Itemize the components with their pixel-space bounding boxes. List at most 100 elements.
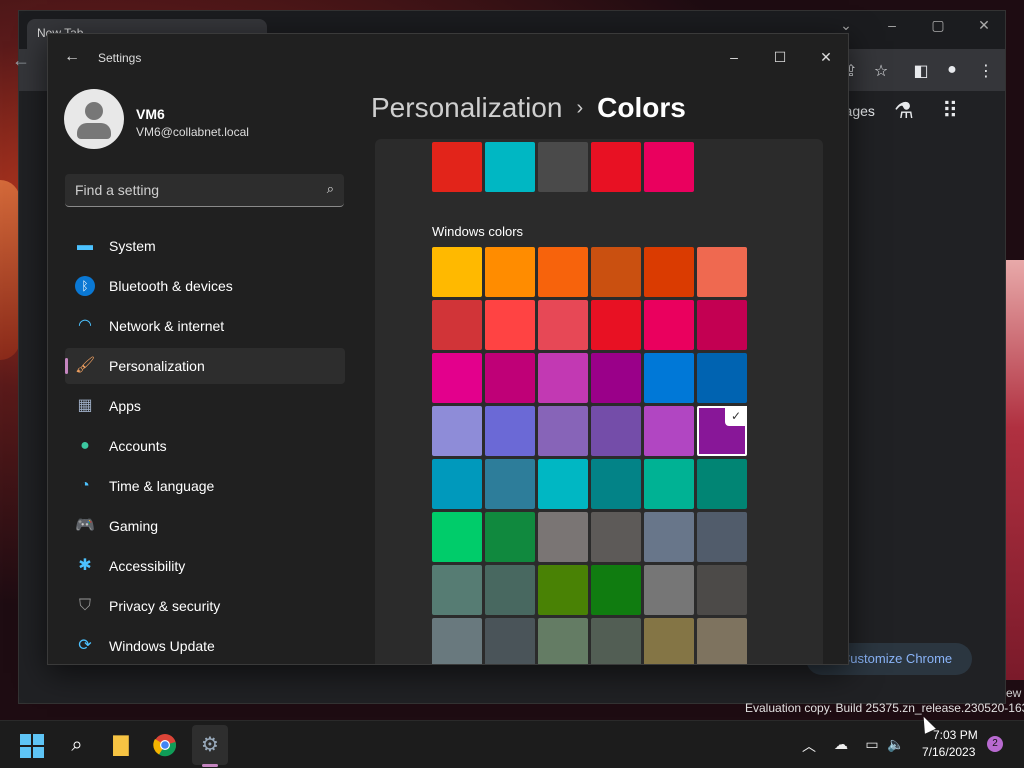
windows-color-swatch[interactable] <box>485 300 535 350</box>
recent-color-swatch[interactable] <box>538 142 588 192</box>
file-explorer-icon[interactable]: ▇ <box>106 730 136 760</box>
profile-icon[interactable]: ● <box>942 61 962 79</box>
recent-color-swatch[interactable] <box>485 142 535 192</box>
sidebar-item-time-language[interactable]: ◔ Time & language <box>65 468 345 504</box>
windows-color-swatch[interactable] <box>432 512 482 562</box>
windows-color-swatch[interactable] <box>644 300 694 350</box>
bookmark-star-icon[interactable]: ☆ <box>871 61 891 81</box>
windows-color-swatch[interactable] <box>538 459 588 509</box>
sidebar-item-bluetooth[interactable]: ᛒ Bluetooth & devices <box>65 268 345 304</box>
windows-color-swatch[interactable] <box>432 247 482 297</box>
settings-nav: ▬ System ᛒ Bluetooth & devices ◠ Network… <box>65 228 345 664</box>
maximize-icon[interactable]: ☐ <box>757 42 803 72</box>
bluetooth-icon: ᛒ <box>75 276 95 296</box>
sidebar-item-accessibility[interactable]: ✱ Accessibility <box>65 548 345 584</box>
windows-color-swatch[interactable] <box>485 565 535 615</box>
search-icon[interactable]: ⌕ <box>62 730 92 760</box>
sidebar-item-privacy[interactable]: ⛉ Privacy & security <box>65 588 345 624</box>
windows-color-swatch[interactable] <box>432 459 482 509</box>
sidebar-item-accounts[interactable]: ● Accounts <box>65 428 345 464</box>
windows-color-swatch[interactable] <box>644 459 694 509</box>
close-icon[interactable]: ✕ <box>961 17 1007 34</box>
windows-start-icon[interactable] <box>20 734 44 758</box>
windows-color-swatch[interactable] <box>697 247 747 297</box>
back-arrow-icon[interactable]: ← <box>64 48 80 66</box>
windows-color-swatch[interactable] <box>432 300 482 350</box>
clock-globe-icon: ◔ <box>80 477 90 494</box>
windows-color-swatch[interactable] <box>644 618 694 664</box>
sidebar-item-apps[interactable]: ▦ Apps <box>65 388 345 424</box>
windows-color-swatch[interactable] <box>485 247 535 297</box>
side-panel-icon[interactable]: ◧ <box>911 61 931 81</box>
windows-color-swatch[interactable] <box>644 512 694 562</box>
windows-color-swatch[interactable] <box>591 459 641 509</box>
recent-color-swatch[interactable] <box>644 142 694 192</box>
windows-color-swatch[interactable] <box>538 565 588 615</box>
windows-color-swatch[interactable] <box>538 353 588 403</box>
volume-icon[interactable]: 🔈 <box>886 736 906 753</box>
more-menu-icon[interactable]: ⋮ <box>976 61 996 81</box>
sidebar-item-windows-update[interactable]: ⟳ Windows Update <box>65 628 345 664</box>
windows-color-swatch[interactable] <box>697 300 747 350</box>
sidebar-item-system[interactable]: ▬ System <box>65 228 345 264</box>
windows-color-swatch[interactable] <box>485 618 535 664</box>
windows-color-swatch[interactable] <box>591 300 641 350</box>
windows-color-swatch[interactable] <box>538 512 588 562</box>
windows-color-swatch[interactable] <box>432 565 482 615</box>
network-icon[interactable]: ▭ <box>862 736 882 753</box>
sidebar-item-gaming[interactable]: 🎮 Gaming <box>65 508 345 544</box>
recent-color-swatch[interactable] <box>591 142 641 192</box>
windows-color-swatch[interactable] <box>644 247 694 297</box>
windows-color-swatch[interactable]: ✓ <box>697 406 747 456</box>
windows-color-swatch[interactable] <box>485 459 535 509</box>
windows-color-swatch[interactable] <box>644 406 694 456</box>
chrome-icon[interactable] <box>150 730 180 760</box>
clock-time[interactable]: 7:03 PM <box>933 728 978 742</box>
windows-color-swatch[interactable] <box>538 247 588 297</box>
windows-color-swatch[interactable] <box>538 406 588 456</box>
windows-color-swatch[interactable] <box>697 618 747 664</box>
windows-color-swatch[interactable] <box>591 353 641 403</box>
windows-color-swatch[interactable] <box>432 618 482 664</box>
search-icon[interactable]: ⌕ <box>327 181 334 197</box>
windows-color-swatch[interactable] <box>485 406 535 456</box>
breadcrumb-parent[interactable]: Personalization <box>371 92 562 123</box>
windows-color-swatch[interactable] <box>591 512 641 562</box>
windows-color-swatch[interactable] <box>644 565 694 615</box>
windows-color-swatch[interactable] <box>538 618 588 664</box>
recent-color-swatch[interactable] <box>432 142 482 192</box>
chevron-down-icon[interactable]: ⌄ <box>823 17 869 34</box>
labs-flask-icon[interactable]: ⚗ <box>894 98 914 124</box>
sidebar-item-personalization[interactable]: 🖌 Personalization <box>65 348 345 384</box>
search-box: ⌕ <box>65 174 344 207</box>
avatar[interactable] <box>64 89 124 149</box>
close-icon[interactable]: ✕ <box>803 42 848 72</box>
windows-color-swatch[interactable] <box>644 353 694 403</box>
windows-color-swatch[interactable] <box>538 300 588 350</box>
windows-color-swatch[interactable] <box>697 565 747 615</box>
windows-color-swatch[interactable] <box>432 406 482 456</box>
windows-color-swatch[interactable] <box>697 459 747 509</box>
windows-color-swatch[interactable] <box>697 353 747 403</box>
windows-color-swatch[interactable] <box>591 618 641 664</box>
sidebar-item-network[interactable]: ◠ Network & internet <box>65 308 345 344</box>
chevron-up-icon[interactable]: ︿ <box>799 736 819 756</box>
notification-badge[interactable]: 2 <box>987 736 1003 752</box>
windows-color-swatch[interactable] <box>591 565 641 615</box>
windows-color-swatch[interactable] <box>591 406 641 456</box>
windows-color-swatch[interactable] <box>432 353 482 403</box>
google-apps-icon[interactable]: ⠿ <box>942 98 958 124</box>
windows-color-swatch[interactable] <box>485 353 535 403</box>
windows-color-swatch[interactable] <box>697 512 747 562</box>
chrome-back-icon[interactable]: ← <box>12 50 30 71</box>
minimize-icon[interactable]: – <box>711 42 757 72</box>
onedrive-offline-icon[interactable]: ☁ <box>831 736 851 753</box>
search-input[interactable] <box>65 174 305 206</box>
monitor-icon: ▬ <box>77 237 93 254</box>
windows-color-swatch[interactable] <box>591 247 641 297</box>
minimize-icon[interactable]: – <box>869 17 915 33</box>
maximize-icon[interactable]: ▢ <box>915 17 961 34</box>
clock-date[interactable]: 7/16/2023 <box>922 745 975 759</box>
windows-color-swatch[interactable] <box>485 512 535 562</box>
settings-gear-icon[interactable]: ⚙ <box>195 730 225 760</box>
